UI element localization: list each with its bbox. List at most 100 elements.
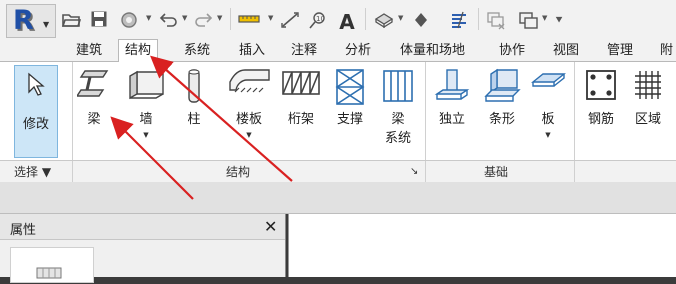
chevron-down-icon[interactable]: ▼ (182, 14, 187, 22)
chevron-down-icon[interactable]: ▼ (146, 14, 151, 22)
tab-insert[interactable]: 插入 (239, 41, 265, 62)
switch-windows-icon[interactable] (516, 10, 540, 30)
wall-footing-button[interactable]: 条形 (478, 62, 526, 160)
rebar-button[interactable]: 钢筋 (578, 62, 624, 160)
properties-header: 属性 ✕ (0, 214, 285, 240)
truss-icon (280, 68, 322, 102)
close-icon[interactable]: ✕ (264, 217, 277, 236)
brace-button[interactable]: 支撑 (328, 62, 372, 160)
tag-icon[interactable]: 10 (306, 10, 328, 30)
truss-label: 桁架 (287, 112, 314, 127)
type-selector[interactable] (10, 247, 94, 283)
floor-icon (227, 68, 271, 102)
tab-massing-site[interactable]: 体量和场地 (400, 41, 465, 62)
dialog-launcher-icon[interactable]: ↘ (410, 163, 418, 181)
floor-label: 楼板 (235, 112, 262, 127)
chevron-down-icon[interactable]: ▼ (528, 131, 568, 139)
customize-icon[interactable]: ⯆ (552, 10, 566, 30)
chevron-down-icon[interactable]: ▼ (217, 14, 222, 22)
beam-system-button[interactable]: 梁 系统 (376, 62, 420, 160)
panel-divider (574, 161, 575, 183)
ribbon-panel-labels: 选择 ▼ 结构 ↘ 基础 (0, 160, 676, 183)
sync-icon[interactable] (117, 10, 141, 30)
beam-label: 梁 (87, 112, 101, 127)
wall-footing-icon (483, 68, 521, 108)
chevron-down-icon[interactable]: ▼ (224, 131, 274, 139)
chevron-down-icon[interactable]: ▼ (124, 131, 168, 139)
close-windows-icon[interactable] (484, 10, 508, 30)
tab-addins[interactable]: 附 (660, 41, 673, 62)
view-3d-icon[interactable] (372, 10, 396, 30)
cursor-arrow-icon (26, 72, 46, 102)
panel-divider (72, 62, 73, 160)
brace-label: 支撑 (336, 112, 363, 127)
quick-access-toolbar: R R ▼ ▼ ▼ ▼ ▼ 10 A ▼ ▼ ⯆ (0, 0, 676, 39)
toolbar-separator (478, 8, 479, 30)
isolated-footing-button[interactable]: 独立 (428, 62, 476, 160)
isolated-footing-icon (434, 68, 470, 108)
section-icon[interactable] (410, 10, 432, 30)
beam-system-label: 梁 系统 (384, 112, 411, 146)
app-menu-r-icon: R (13, 5, 34, 36)
application-menu-button[interactable]: R R ▼ (6, 4, 56, 38)
properties-title: 属性 (10, 223, 37, 238)
beam-system-icon (381, 68, 415, 108)
column-icon (184, 68, 204, 108)
area-reinforcement-button[interactable]: 区域 (626, 62, 670, 160)
wall-label: 墙 (139, 112, 153, 127)
area-reinforcement-label: 区域 (634, 112, 661, 127)
tab-architecture[interactable]: 建筑 (76, 41, 102, 62)
chevron-down-icon[interactable]: ▼ (542, 14, 547, 22)
drawing-canvas[interactable] (288, 214, 676, 277)
toolbar-separator (230, 8, 231, 30)
slab-foundation-label: 板 (541, 112, 555, 127)
brace-icon (333, 68, 367, 110)
panel-divider (72, 161, 73, 183)
rebar-icon (584, 68, 618, 106)
foundation-panel-label: 基础 (484, 165, 509, 179)
area-reinforcement-icon (632, 68, 664, 106)
truss-button[interactable]: 桁架 (278, 62, 324, 160)
redo-icon[interactable] (192, 10, 214, 30)
column-button[interactable]: 柱 (176, 62, 212, 160)
ribbon-tabs: 建筑 结构 系统 插入 注释 分析 体量和场地 协作 视图 管理 附 (0, 39, 676, 63)
text-a-icon[interactable]: A (336, 10, 358, 34)
svg-text:10: 10 (316, 15, 325, 23)
open-folder-icon[interactable] (61, 10, 82, 30)
panel-divider (574, 62, 575, 160)
ribbon-panel: 修改 梁 墙 ▼ 柱 楼板 ▼ 桁架 支撑 梁 系统 独立 条形 板 ▼ 钢筋 … (0, 62, 676, 160)
rebar-label: 钢筋 (587, 112, 614, 127)
wall-icon (127, 68, 165, 106)
tab-view[interactable]: 视图 (553, 41, 579, 62)
tab-systems[interactable]: 系统 (184, 41, 210, 62)
isolated-footing-label: 独立 (438, 112, 465, 127)
chevron-down-icon[interactable]: ▼ (268, 14, 273, 22)
options-bar (0, 182, 676, 214)
properties-palette: 属性 ✕ (0, 214, 286, 283)
toolbar-separator (365, 8, 366, 30)
tab-analyze[interactable]: 分析 (345, 41, 371, 62)
chevron-down-icon: ▼ (43, 20, 50, 29)
undo-icon[interactable] (158, 10, 180, 30)
beam-icon (75, 68, 111, 104)
select-panel-label[interactable]: 选择 ▼ (14, 163, 51, 181)
wall-button[interactable]: 墙 ▼ (124, 62, 168, 160)
modify-button[interactable]: 修改 (14, 65, 58, 158)
measure-icon[interactable] (236, 10, 266, 30)
save-icon[interactable] (89, 10, 109, 30)
tab-manage[interactable]: 管理 (607, 41, 633, 62)
panel-divider (425, 62, 426, 160)
chevron-down-icon[interactable]: ▼ (398, 14, 403, 22)
tab-structure[interactable]: 结构 (118, 39, 159, 63)
slab-foundation-button[interactable]: 板 ▼ (528, 62, 568, 160)
slab-foundation-icon (530, 68, 566, 96)
floor-button[interactable]: 楼板 ▼ (224, 62, 274, 160)
aligned-dimension-icon[interactable] (278, 10, 302, 30)
modify-label: 修改 (22, 117, 49, 132)
column-label: 柱 (187, 112, 201, 127)
beam-button[interactable]: 梁 (74, 62, 114, 160)
tab-annotate[interactable]: 注释 (291, 41, 317, 62)
tab-collaborate[interactable]: 协作 (499, 41, 525, 62)
thin-lines-icon[interactable] (448, 10, 470, 30)
wall-footing-label: 条形 (488, 112, 515, 127)
